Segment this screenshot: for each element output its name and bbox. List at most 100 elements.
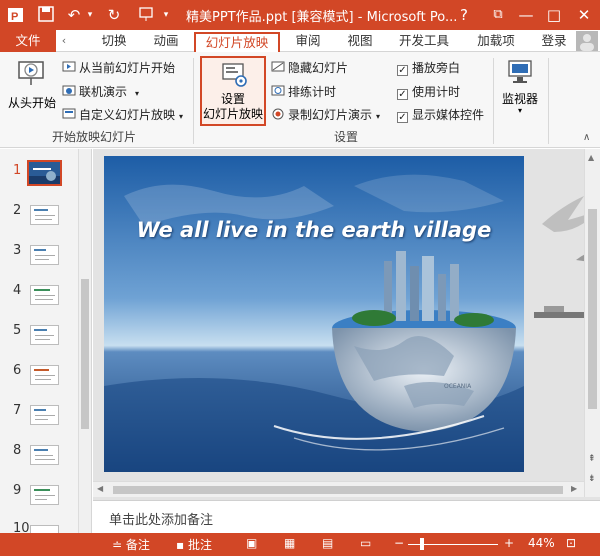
slide-thumbnail[interactable] — [30, 445, 59, 465]
fit-to-window-icon[interactable]: ⊡ — [566, 536, 576, 550]
comment-icon: ▪ — [176, 538, 185, 552]
slide-thumbnail[interactable] — [30, 285, 59, 305]
slideshow-play-icon — [18, 61, 44, 85]
setup-slideshow-label-1: 设置 — [220, 92, 245, 106]
current-slide[interactable]: We all live in the earth village OCEANIA — [104, 156, 524, 472]
window-title: 精美PPT作品.ppt [兼容模式] - Microsoft Po... — [186, 10, 458, 25]
ribbon-tabs: 文件 ‹ 切换 动画 幻灯片放映 审阅 视图 开发工具 加载项 登录 — [0, 30, 600, 52]
start-group-label: 开始放映幻灯片 — [52, 130, 137, 144]
online-present-button[interactable]: 联机演示 ▾ — [62, 82, 139, 102]
collapse-ribbon-icon[interactable]: ∧ — [583, 132, 590, 143]
tab-view[interactable]: 视图 — [338, 32, 382, 52]
tab-developer[interactable]: 开发工具 — [392, 32, 456, 52]
scroll-left-icon[interactable]: ◀ — [97, 484, 103, 493]
online-present-icon — [62, 85, 76, 96]
custom-show-button[interactable]: 自定义幻灯片放映 ▾ — [62, 105, 183, 125]
from-start-label: 从头开始 — [7, 96, 56, 110]
hide-slide-button[interactable]: 隐藏幻灯片 — [271, 58, 348, 78]
record-slideshow-button[interactable]: 录制幻灯片演示 ▾ — [271, 105, 380, 125]
tab-addins[interactable]: 加载项 — [468, 32, 524, 52]
previous-slide-icon[interactable]: ⇞ — [588, 454, 596, 464]
slide-thumbnail[interactable] — [30, 245, 59, 265]
maximize-button[interactable]: □ — [542, 3, 566, 27]
zoom-in-button[interactable]: + — [504, 536, 514, 550]
slideshow-quick-icon[interactable] — [136, 5, 156, 25]
slide-number: 6 — [13, 363, 22, 378]
save-icon[interactable] — [36, 5, 56, 25]
undo-dropdown-icon[interactable]: ▾ — [80, 5, 100, 25]
slide-thumbnail[interactable] — [30, 325, 59, 345]
next-slide-icon[interactable]: ⇟ — [588, 474, 596, 484]
monitor-button[interactable]: 监视器 ▾ — [498, 56, 542, 120]
avatar[interactable] — [576, 31, 598, 51]
group-divider — [193, 58, 194, 144]
tab-file[interactable]: 文件 — [0, 30, 56, 52]
redo-icon[interactable]: ↻ — [104, 5, 124, 25]
slide-sorter-view-icon[interactable]: ▦ — [284, 536, 295, 550]
setup-slideshow-button[interactable]: 设置 幻灯片放映 — [200, 56, 266, 126]
setup-group-label: 设置 — [334, 130, 359, 144]
slide-thumbnail[interactable] — [30, 525, 59, 533]
from-start-button[interactable]: 从头开始 — [6, 56, 56, 114]
slide-thumbnail[interactable] — [30, 365, 59, 385]
tab-review[interactable]: 审阅 — [286, 32, 330, 52]
setup-slideshow-icon — [222, 63, 247, 87]
svg-text:P: P — [11, 11, 18, 23]
slide-headline[interactable]: We all live in the earth village — [104, 218, 524, 242]
slide-number: 8 — [13, 443, 22, 458]
notes-placeholder: 单击此处添加备注 — [109, 513, 214, 528]
status-bar: ≐ 备注 ▪ 批注 ▣ ▦ ▤ ▭ − + 44% ⊡ — [0, 533, 600, 556]
tab-slideshow[interactable]: 幻灯片放映 — [194, 32, 280, 52]
scrollbar-thumb[interactable] — [81, 279, 89, 429]
zoom-out-button[interactable]: − — [394, 536, 404, 550]
use-timings-checkbox[interactable]: ✓ 使用计时 — [397, 82, 460, 102]
slide-background-image — [104, 156, 524, 472]
minimize-button[interactable]: — — [514, 3, 538, 27]
slide-number: 4 — [13, 283, 22, 298]
notes-icon: ≐ — [112, 538, 123, 552]
horizontal-scrollbar[interactable]: ◀ ▶ — [93, 481, 584, 497]
ribbon: 从头开始 从当前幻灯片开始 联机演示 ▾ 自定义幻灯片放映 ▾ 开始放映幻灯片 设置… — [0, 52, 600, 148]
customize-toolbar-icon[interactable]: ▾ — [156, 5, 176, 25]
close-button[interactable]: ✕ — [572, 3, 596, 27]
scrollbar-thumb[interactable] — [588, 209, 597, 409]
group-divider — [493, 58, 494, 144]
comments-toggle-button[interactable]: ▪ 批注 — [176, 536, 212, 553]
scrollbar-thumb[interactable] — [113, 486, 563, 494]
normal-view-icon[interactable]: ▣ — [246, 536, 257, 550]
notes-pane[interactable]: 单击此处添加备注 — [93, 500, 600, 533]
hide-slide-icon — [271, 61, 285, 72]
slide-thumbnail[interactable] — [30, 485, 59, 505]
slide-number: 7 — [13, 403, 22, 418]
show-media-controls-checkbox[interactable]: ✓ 显示媒体控件 — [397, 105, 484, 125]
login-link[interactable]: 登录 — [538, 32, 570, 52]
slide-thumbnail-selected[interactable] — [27, 160, 62, 186]
notes-toggle-button[interactable]: ≐ 备注 — [112, 536, 150, 553]
from-current-button[interactable]: 从当前幻灯片开始 — [62, 58, 175, 78]
zoom-slider-thumb[interactable] — [420, 538, 424, 550]
tab-animations[interactable]: 动画 — [144, 32, 188, 52]
ribbon-display-button[interactable]: ⧉ — [486, 3, 510, 27]
custom-show-icon — [62, 108, 76, 119]
play-narration-checkbox[interactable]: ✓ 播放旁白 — [397, 58, 460, 78]
slide-thumbnail[interactable] — [30, 205, 59, 225]
slide-thumbnail[interactable] — [30, 405, 59, 425]
tab-scroll-left-icon[interactable]: ‹ — [58, 32, 70, 52]
tab-transitions[interactable]: 切换 — [92, 32, 136, 52]
slide-thumbnail-pane: 1 2 3 4 5 6 7 8 9 10 — [0, 149, 92, 533]
checkbox-checked-icon: ✓ — [397, 112, 408, 123]
scroll-right-icon[interactable]: ▶ — [571, 484, 577, 493]
setup-slideshow-label-2: 幻灯片放映 — [202, 107, 263, 121]
zoom-level[interactable]: 44% — [528, 536, 555, 550]
scroll-up-icon[interactable]: ▲ — [588, 153, 594, 162]
monitor-icon — [508, 60, 532, 83]
slide-scrollbar[interactable]: ▲ ⇞ ⇟ — [584, 149, 600, 497]
thumbnail-scrollbar[interactable] — [78, 149, 91, 533]
rehearse-timings-button[interactable]: 排练计时 — [271, 82, 336, 102]
reading-view-icon[interactable]: ▤ — [322, 536, 333, 550]
help-button[interactable]: ? — [452, 3, 476, 27]
slide-number: 10 — [13, 521, 30, 533]
slide-number: 1 — [13, 163, 22, 178]
slideshow-view-icon[interactable]: ▭ — [360, 536, 371, 550]
record-slideshow-icon — [272, 108, 284, 120]
